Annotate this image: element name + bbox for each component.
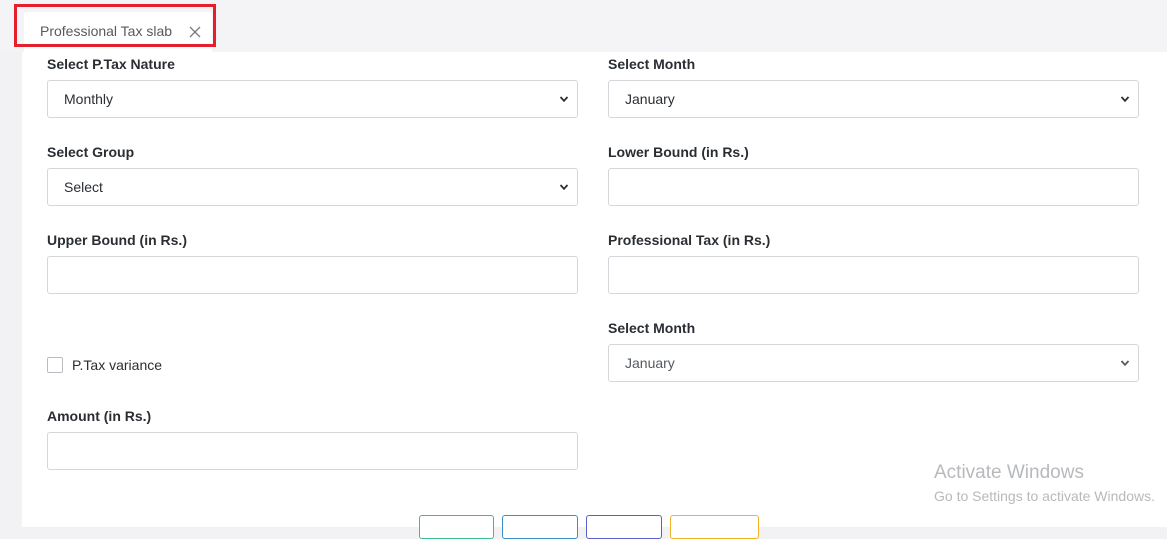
- print-button[interactable]: [586, 515, 662, 539]
- month-label: Select Month: [608, 56, 696, 72]
- save-button[interactable]: [419, 515, 494, 539]
- ptax-variance-label: P.Tax variance: [72, 357, 163, 373]
- variance-month-select[interactable]: January: [608, 344, 1139, 382]
- view-button[interactable]: [502, 515, 578, 539]
- tab-professional-tax-slab[interactable]: Professional Tax slab: [24, 12, 212, 52]
- variance-month-value: January: [625, 355, 675, 371]
- amount-label: Amount (in Rs.): [47, 408, 152, 424]
- lower-bound-input[interactable]: [608, 168, 1139, 206]
- chevron-down-icon: [559, 184, 569, 191]
- upper-bound-label: Upper Bound (in Rs.): [47, 232, 187, 248]
- month-value: January: [625, 91, 675, 107]
- upper-bound-input[interactable]: [47, 256, 578, 294]
- ptax-nature-value: Monthly: [64, 91, 114, 107]
- reset-button[interactable]: [670, 515, 759, 539]
- group-value: Select: [64, 179, 103, 195]
- tab-label: Professional Tax slab: [40, 23, 173, 39]
- professional-tax-input[interactable]: [608, 256, 1139, 294]
- chevron-down-icon: [559, 96, 569, 103]
- chevron-down-icon: [1120, 96, 1130, 103]
- group-select[interactable]: Select: [47, 168, 578, 206]
- activate-windows-subtitle: Go to Settings to activate Windows.: [934, 488, 1155, 504]
- month-select[interactable]: January: [608, 80, 1139, 118]
- lower-bound-label: Lower Bound (in Rs.): [608, 144, 749, 160]
- ptax-nature-select[interactable]: Monthly: [47, 80, 578, 118]
- chevron-down-icon: [1120, 360, 1130, 367]
- ptax-nature-label: Select P.Tax Nature: [47, 56, 175, 72]
- professional-tax-label: Professional Tax (in Rs.): [608, 232, 771, 248]
- group-label: Select Group: [47, 144, 135, 160]
- close-icon[interactable]: [188, 25, 202, 39]
- variance-month-label: Select Month: [608, 320, 696, 336]
- amount-input[interactable]: [47, 432, 578, 470]
- activate-windows-title: Activate Windows: [934, 462, 1084, 483]
- ptax-variance-checkbox[interactable]: [47, 357, 63, 373]
- tab-strip: Professional Tax slab: [0, 0, 1167, 52]
